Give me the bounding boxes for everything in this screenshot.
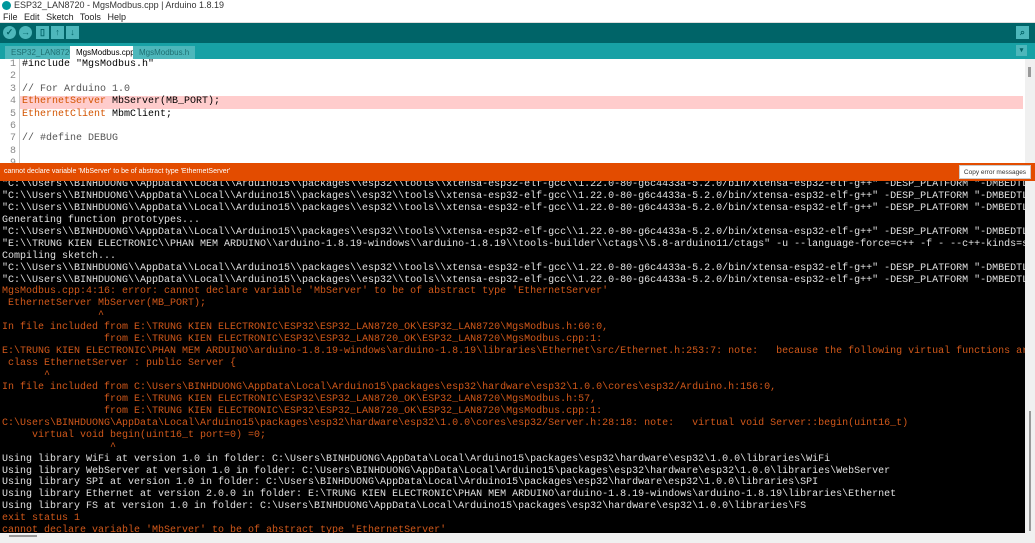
console-line: "C:\\Users\\BINHDUONG\\AppData\\Local\\A… xyxy=(2,262,1025,274)
code-line[interactable]: 2 xyxy=(0,71,1035,84)
console-line: "C:\\Users\\BINHDUONG\\AppData\\Local\\A… xyxy=(2,202,1025,214)
code-token: // For Arduino 1.0 xyxy=(22,83,131,95)
menu-tools[interactable]: Tools xyxy=(80,12,101,22)
code-token: EthernetClient xyxy=(22,108,107,120)
line-number: 5 xyxy=(0,108,20,121)
console-line: "E:\\TRUNG KIEN ELECTRONIC\\PHAN MEM ARD… xyxy=(2,238,1025,250)
console-line: Generating function prototypes... xyxy=(2,214,201,226)
new-button[interactable]: ▯ xyxy=(36,26,49,39)
menu-sketch[interactable]: Sketch xyxy=(46,12,74,22)
error-message: cannot declare variable 'MbServer' to be… xyxy=(4,168,231,175)
tab-bar: ESP32_LAN8720 MgsModbus.cpp MgsModbus.h … xyxy=(0,43,1035,59)
arrow-up-icon: ↑ xyxy=(55,27,60,37)
menu-edit[interactable]: Edit xyxy=(24,12,40,22)
horizontal-scrollbar[interactable] xyxy=(9,535,37,537)
console-error-line: class EthernetServer : public Server { xyxy=(2,358,237,370)
console-line: "C:\\Users\\BINHDUONG\\AppData\\Local\\A… xyxy=(2,181,1025,190)
console-scrollbar[interactable] xyxy=(1025,181,1035,533)
code-line[interactable]: 4 EthernetServer MbServer(MB_PORT); xyxy=(0,96,1035,109)
code-token: MbmClient; xyxy=(106,108,173,120)
console-error-line: from E:\TRUNG KIEN ELECTRONIC\ESP32\ESP3… xyxy=(2,334,603,346)
editor-scrollbar[interactable] xyxy=(1025,59,1035,163)
line-number: 8 xyxy=(0,145,20,159)
copy-error-messages-button[interactable]: Copy error messages xyxy=(959,165,1031,179)
code-editor[interactable]: 1 #include "MgsModbus.h" 2 3// For Arduino … xyxy=(0,59,1035,163)
window-title: ESP32_LAN8720 - MgsModbus.cpp | Arduino … xyxy=(14,0,224,10)
console-line: "C:\\Users\\BINHDUONG\\AppData\\Local\\A… xyxy=(2,274,1025,286)
console-error-line: C:\Users\BINHDUONG\AppData\Local\Arduino… xyxy=(2,417,909,429)
code-line[interactable]: 5 EthernetClient MbmClient; xyxy=(0,108,1035,121)
code-line[interactable]: 7// #define DEBUG xyxy=(0,133,1035,146)
code-text: // #define DEBUG xyxy=(20,133,1023,145)
line-number: 6 xyxy=(0,120,20,134)
console-line: Using library WebServer at version 1.0 i… xyxy=(2,465,891,477)
console-error-line: from E:\TRUNG KIEN ELECTRONIC\ESP32\ESP3… xyxy=(2,405,603,417)
console-error-line: ^ xyxy=(2,441,117,453)
console-line: Compiling sketch... xyxy=(2,250,117,262)
code-line[interactable]: 1 #include "MgsModbus.h" xyxy=(0,59,1035,72)
console-output: "C:\\Users\\BINHDUONG\\AppData\\Local\\A… xyxy=(0,181,1025,533)
code-line[interactable]: 8 xyxy=(0,145,1035,159)
console-error-line: EthernetServer MbServer(MB_PORT); xyxy=(2,298,207,310)
code-token: // #define DEBUG xyxy=(22,133,119,145)
menu-bar: File Edit Sketch Tools Help xyxy=(0,11,1035,23)
code-token: MbServer(MB_PORT); xyxy=(106,96,221,108)
console-error-line: virtual void begin(uint16_t port=0) =0; xyxy=(2,429,267,441)
error-bar: cannot declare variable 'MbServer' to be… xyxy=(0,163,1035,181)
console-line: Using library FS at version 1.0 in folde… xyxy=(2,501,807,513)
console-error-line: cannot declare variable 'MbServer' to be… xyxy=(2,525,447,533)
arduino-logo-icon xyxy=(2,1,11,10)
verify-button[interactable]: ✓ xyxy=(3,26,16,39)
status-bar xyxy=(0,533,1035,543)
upload-button[interactable]: → xyxy=(19,26,32,39)
tab-esp32-lan8720[interactable]: ESP32_LAN8720 xyxy=(5,46,80,59)
code-text: // For Arduino 1.0 xyxy=(20,84,1023,96)
code-text: #include "MgsModbus.h" xyxy=(20,59,1023,71)
console-error-line: E:\TRUNG KIEN ELECTRONIC\PHAN MEM ARDUIN… xyxy=(2,346,1025,358)
toolbar: ✓ → ▯ ↑ ↓ ⌕ xyxy=(0,23,1035,43)
console-error-line: MgsModbus.cpp:4:16: error: cannot declar… xyxy=(2,286,609,298)
line-number: 1 xyxy=(0,59,20,72)
check-icon: ✓ xyxy=(5,27,14,37)
open-button[interactable]: ↑ xyxy=(51,26,64,39)
console-error-line: In file included from E:\TRUNG KIEN ELEC… xyxy=(2,322,609,334)
console-line: Using library Ethernet at version 2.0.0 … xyxy=(2,489,897,501)
serial-monitor-button[interactable]: ⌕ xyxy=(1016,26,1029,39)
new-file-icon: ▯ xyxy=(40,27,45,37)
magnifier-icon: ⌕ xyxy=(1019,27,1026,37)
menu-file[interactable]: File xyxy=(3,12,18,22)
chevron-down-icon: ▾ xyxy=(1019,47,1024,54)
code-token: #include "MgsModbus.h" xyxy=(22,59,155,70)
save-button[interactable]: ↓ xyxy=(66,26,79,39)
line-number: 2 xyxy=(0,71,20,84)
console-error-line: exit status 1 xyxy=(2,513,81,525)
code-line[interactable]: 3// For Arduino 1.0 xyxy=(0,83,1035,97)
menu-help[interactable]: Help xyxy=(107,12,126,22)
code-token: EthernetServer xyxy=(22,96,107,108)
tab-menu-button[interactable]: ▾ xyxy=(1016,45,1027,56)
code-line[interactable]: 6 xyxy=(0,120,1035,134)
arrow-down-icon: ↓ xyxy=(70,27,75,37)
console-error-line: ^ xyxy=(2,370,51,381)
line-number: 7 xyxy=(0,133,20,146)
console-line: "C:\\Users\\BINHDUONG\\AppData\\Local\\A… xyxy=(2,190,1025,202)
console-error-line: ^ xyxy=(2,310,105,322)
arrow-right-icon: → xyxy=(21,27,30,37)
code-text: EthernetClient MbmClient; xyxy=(20,109,1023,121)
console-error-line: In file included from C:\Users\BINHDUONG… xyxy=(2,381,777,393)
console-line: "C:\\Users\\BINHDUONG\\AppData\\Local\\A… xyxy=(2,226,1025,238)
console-error-line: from E:\TRUNG KIEN ELECTRONIC\ESP32\ESP3… xyxy=(2,393,597,405)
tab-mgsmodbus-h[interactable]: MgsModbus.h xyxy=(133,46,196,59)
line-number: 3 xyxy=(0,83,20,97)
console-line: Using library SPI at version 1.0 in fold… xyxy=(2,477,819,489)
code-text: EthernetServer MbServer(MB_PORT); xyxy=(20,96,1023,109)
line-number: 4 xyxy=(0,96,20,109)
title-bar: ESP32_LAN8720 - MgsModbus.cpp | Arduino … xyxy=(0,0,1035,11)
console-line: Using library WiFi at version 1.0 in fol… xyxy=(2,453,831,465)
tab-mgsmodbus-cpp[interactable]: MgsModbus.cpp xyxy=(70,46,141,59)
